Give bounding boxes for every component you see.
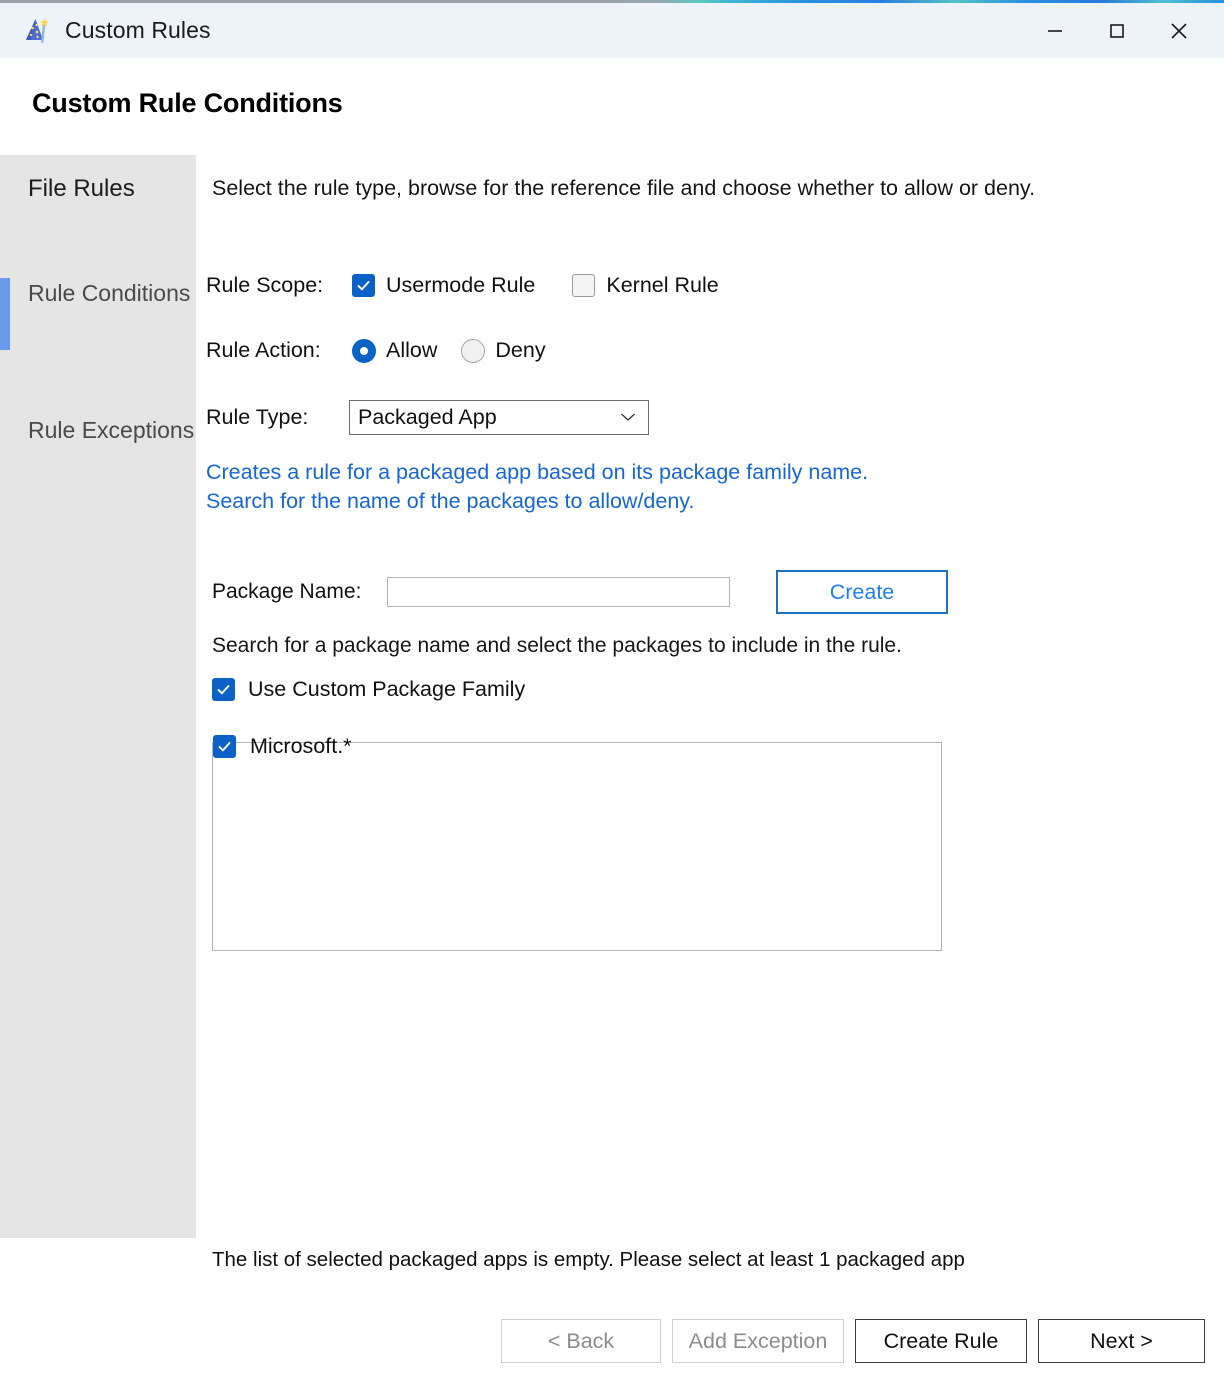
deny-radio[interactable]: Deny [461, 338, 545, 363]
page-title: Custom Rule Conditions [32, 88, 343, 119]
rule-scope-row: Rule Scope: Usermode Rule Kernel Rule [206, 273, 756, 298]
selection-indicator [0, 278, 10, 350]
package-list-box[interactable]: Microsoft.* [212, 742, 942, 951]
title-bar: Custom Rules [0, 3, 1224, 58]
selection-indicator [0, 415, 10, 487]
deny-label: Deny [495, 338, 545, 363]
chevron-down-icon [620, 409, 636, 427]
rule-scope-label: Rule Scope: [206, 273, 352, 298]
next-button[interactable]: Next > [1038, 1319, 1205, 1363]
rule-type-selected-value: Packaged App [350, 405, 497, 430]
sidebar-item-label: Rule Exceptions [28, 415, 194, 446]
radio-selected-icon [352, 339, 376, 363]
footer-buttons: < Back Add Exception Create Rule Next > [501, 1319, 1205, 1363]
create-button[interactable]: Create [776, 570, 948, 614]
title-bar-drag-region[interactable]: Custom Rules [0, 3, 1024, 58]
package-search-hint: Search for a package name and select the… [212, 634, 902, 658]
allow-radio[interactable]: Allow [352, 338, 437, 363]
checkbox-checked-icon[interactable] [213, 735, 236, 758]
package-name-input[interactable] [387, 577, 730, 607]
add-exception-button[interactable]: Add Exception [672, 1319, 844, 1363]
package-name-row: Package Name: Create [212, 570, 948, 614]
checkbox-checked-icon [212, 678, 235, 701]
rule-type-description: Creates a rule for a packaged app based … [206, 458, 1086, 517]
minimize-icon[interactable] [1024, 3, 1086, 58]
kernel-rule-label: Kernel Rule [606, 273, 718, 298]
use-custom-package-family-checkbox[interactable]: Use Custom Package Family [212, 677, 525, 702]
sidebar-item-label: Rule Conditions [28, 278, 190, 309]
checkbox-checked-icon [352, 274, 375, 297]
sidebar-header: File Rules [28, 175, 135, 203]
sidebar: File Rules Rule Conditions Rule Exceptio… [0, 155, 196, 1238]
checkbox-unchecked-icon [572, 274, 595, 297]
back-button[interactable]: < Back [501, 1319, 661, 1363]
intro-text: Select the rule type, browse for the ref… [212, 173, 1082, 204]
allow-label: Allow [386, 338, 437, 363]
rule-type-description-line2: Search for the name of the packages to a… [206, 487, 1086, 516]
use-custom-package-family-label: Use Custom Package Family [248, 677, 525, 702]
create-rule-button[interactable]: Create Rule [855, 1319, 1027, 1363]
kernel-rule-checkbox[interactable]: Kernel Rule [572, 273, 718, 298]
radio-unselected-icon [461, 339, 485, 363]
sidebar-item-rule-conditions[interactable]: Rule Conditions [0, 278, 196, 350]
window-title: Custom Rules [65, 17, 211, 44]
rule-type-row: Rule Type: Packaged App [206, 400, 649, 435]
rule-type-description-line1: Creates a rule for a packaged app based … [206, 458, 1086, 487]
maximize-icon[interactable] [1086, 3, 1148, 58]
sidebar-item-rule-exceptions[interactable]: Rule Exceptions [0, 415, 196, 487]
list-item[interactable]: Microsoft.* [213, 734, 352, 759]
usermode-rule-label: Usermode Rule [386, 273, 535, 298]
status-message: The list of selected packaged apps is em… [212, 1248, 965, 1272]
rule-type-label: Rule Type: [206, 405, 349, 430]
usermode-rule-checkbox[interactable]: Usermode Rule [352, 273, 535, 298]
rule-type-select[interactable]: Packaged App [349, 400, 649, 435]
close-icon[interactable] [1148, 3, 1210, 58]
list-item-label: Microsoft.* [250, 734, 352, 759]
package-name-label: Package Name: [212, 580, 387, 604]
rule-action-row: Rule Action: Allow Deny [206, 338, 570, 363]
rule-action-label: Rule Action: [206, 338, 352, 363]
main-content: Select the rule type, browse for the ref… [196, 155, 1224, 1384]
wizard-hat-icon [22, 16, 52, 46]
